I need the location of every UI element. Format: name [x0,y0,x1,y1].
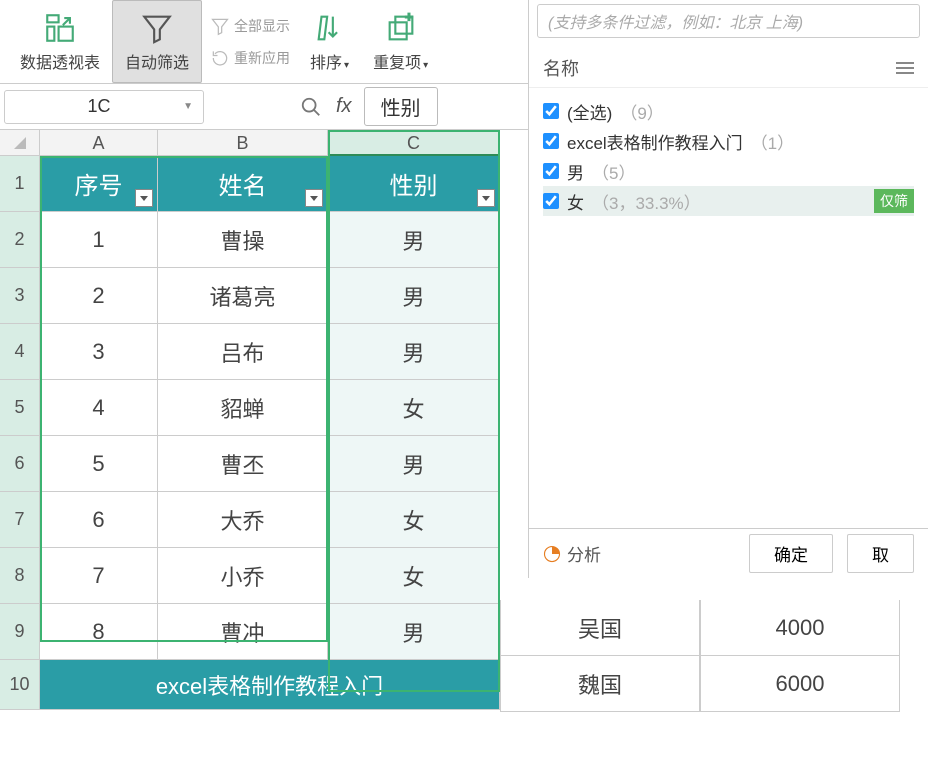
cell[interactable]: 小乔 [158,548,328,604]
filter-option[interactable]: excel表格制作教程入门 （1） [543,126,914,156]
option-label: 男 [567,159,584,184]
table-row: 魏国 6000 [500,656,900,712]
duplicates-icon: + [384,11,418,45]
funnel-icon [140,11,174,45]
cell[interactable]: 4000 [700,600,900,656]
cell[interactable]: 吕布 [158,324,328,380]
cell[interactable]: 3 [40,324,158,380]
row-header[interactable]: 1 [0,156,40,212]
cell[interactable]: 诸葛亮 [158,268,328,324]
cell[interactable]: 曹冲 [158,604,328,660]
row-header[interactable]: 4 [0,324,40,380]
fx-icon[interactable]: fx [336,95,352,118]
duplicates-button[interactable]: + 重复项▾ [361,0,440,83]
option-count: （1） [751,129,794,154]
chevron-down-icon: ▼ [183,101,193,112]
filter-option[interactable]: (全选) （9） [543,96,914,126]
row-header[interactable]: 3 [0,268,40,324]
cell[interactable]: 7 [40,548,158,604]
cell[interactable]: 4 [40,380,158,436]
only-filter-button[interactable]: 仅筛 [874,189,914,213]
cell[interactable]: 男 [328,324,500,380]
cell[interactable]: 6 [40,492,158,548]
search-icon[interactable] [300,96,322,118]
row-header[interactable]: 9 [0,604,40,660]
checkbox[interactable] [543,193,559,209]
option-label: excel表格制作教程入门 [567,129,743,154]
filter-option[interactable]: 女 （3，33.3%） 仅筛 [543,186,914,216]
funnel-show-icon [210,16,230,36]
analysis-link[interactable]: 分析 [543,541,601,566]
checkbox[interactable] [543,133,559,149]
header-cell[interactable]: 序号 [40,156,158,212]
cell[interactable]: 大乔 [158,492,328,548]
option-count: （5） [592,159,635,184]
cell[interactable]: 貂蝉 [158,380,328,436]
select-all-corner[interactable] [0,130,40,156]
row-header[interactable]: 7 [0,492,40,548]
pivot-icon [43,11,77,45]
filter-panel: (支持多条件过滤，例如：北京 上海) 名称 (全选)（9）excel表格制作教程… [528,0,928,578]
row-header[interactable]: 8 [0,548,40,604]
panel-footer: 分析 确定 取 [529,528,928,578]
option-label: 女 [567,189,584,214]
cell[interactable]: 女 [328,548,500,604]
column-header-a[interactable]: A [40,130,158,156]
filter-dropdown-button[interactable] [135,189,153,207]
panel-header: 名称 [529,48,928,88]
option-count: （3，33.3%） [592,189,701,214]
cell[interactable]: 2 [40,268,158,324]
reapply-icon [210,48,230,68]
cell[interactable]: 男 [328,604,500,660]
row-header[interactable]: 2 [0,212,40,268]
row-header[interactable]: 6 [0,436,40,492]
table-row: 吴国 4000 [500,600,900,656]
cell[interactable]: 魏国 [500,656,700,712]
cell[interactable]: 曹操 [158,212,328,268]
cell[interactable]: 男 [328,212,500,268]
header-cell[interactable]: 性别 [328,156,500,212]
options-menu-icon[interactable] [896,62,914,74]
filter-option[interactable]: 男 （5） [543,156,914,186]
option-label: (全选) [567,99,612,124]
checkbox[interactable] [543,103,559,119]
cell[interactable]: 6000 [700,656,900,712]
formula-input[interactable]: 性别 [364,87,438,126]
show-all-button[interactable]: 全部显示 [210,10,290,42]
cell[interactable]: 1 [40,212,158,268]
footer-cell[interactable]: excel表格制作教程入门 [40,660,500,710]
cell[interactable]: 5 [40,436,158,492]
cell[interactable]: 8 [40,604,158,660]
pie-chart-icon [543,545,561,563]
cell[interactable]: 吴国 [500,600,700,656]
pivot-table-button[interactable]: 数据透视表 [8,0,112,83]
option-count: （9） [620,99,663,124]
cell[interactable]: 曹丕 [158,436,328,492]
checkbox[interactable] [543,163,559,179]
cell[interactable]: 女 [328,380,500,436]
sort-button[interactable]: 排序▾ [298,0,361,83]
cancel-button[interactable]: 取 [847,534,914,573]
filter-sub-group: 全部显示 重新应用 [202,0,298,83]
ok-button[interactable]: 确定 [749,534,833,573]
cell[interactable]: 女 [328,492,500,548]
column-header-b[interactable]: B [158,130,328,156]
row-header[interactable]: 10 [0,660,40,710]
column-header-c[interactable]: C [328,130,500,156]
reapply-button[interactable]: 重新应用 [210,42,290,74]
filter-dropdown-button[interactable] [305,189,323,207]
cell[interactable]: 男 [328,436,500,492]
filter-search-input[interactable]: (支持多条件过滤，例如：北京 上海) [537,4,920,38]
sort-icon [313,11,347,45]
header-cell[interactable]: 姓名 [158,156,328,212]
filter-dropdown-button[interactable] [477,189,495,207]
name-box[interactable]: 1C ▼ [4,90,204,124]
svg-text:+: + [405,11,412,24]
row-header[interactable]: 5 [0,380,40,436]
filter-options-list: (全选) （9） excel表格制作教程入门 （1） 男 （5） 女 （3，33.3%） 仅筛 [529,88,928,224]
autofilter-button[interactable]: 自动筛选 [112,0,202,83]
cell[interactable]: 男 [328,268,500,324]
